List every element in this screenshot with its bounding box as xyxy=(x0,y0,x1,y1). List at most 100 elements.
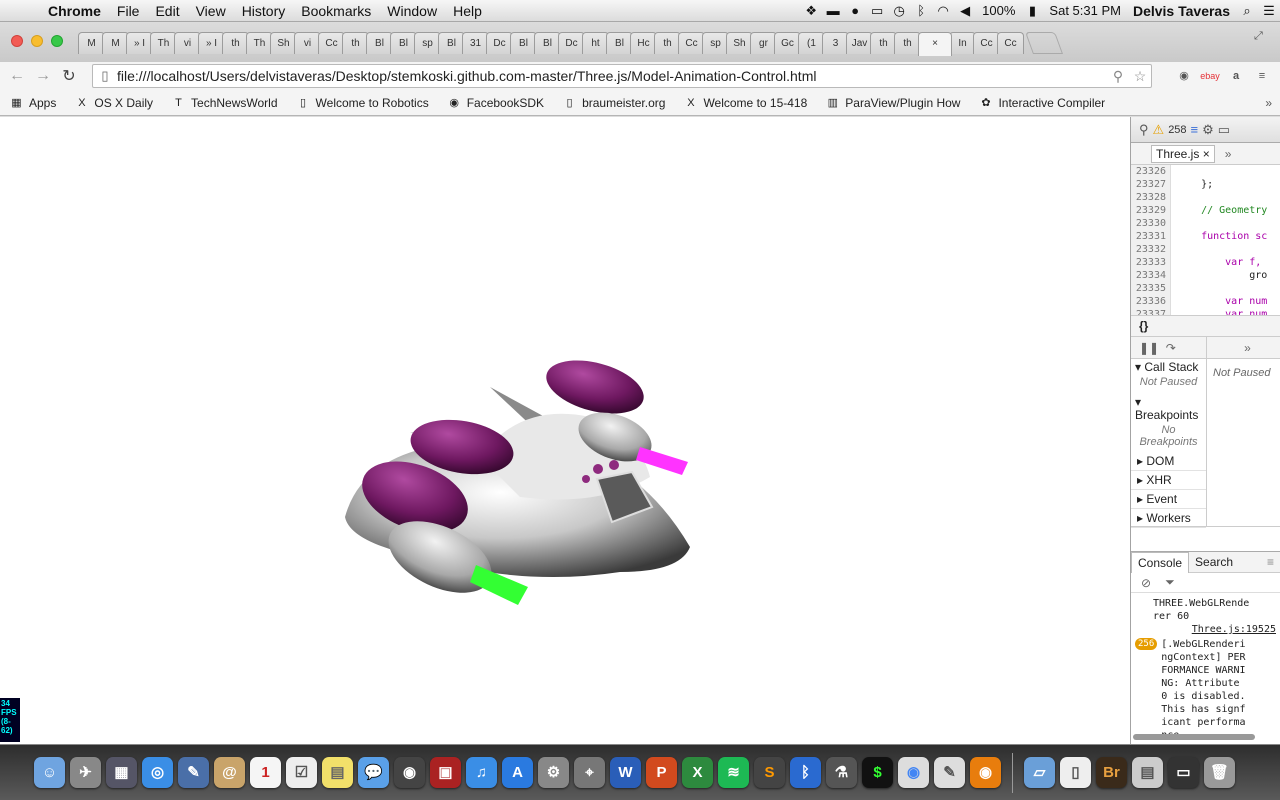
notification-center-icon[interactable]: ☰ xyxy=(1258,3,1280,19)
script-editor-icon[interactable]: ✎ xyxy=(934,757,965,788)
dropbox-icon[interactable]: ❖ xyxy=(800,3,822,19)
tab[interactable]: th xyxy=(654,32,681,54)
calendar-icon[interactable]: 1 xyxy=(250,757,281,788)
time-machine-icon[interactable]: ◷ xyxy=(888,3,910,19)
menu-help[interactable]: Help xyxy=(445,0,490,22)
section-xhr[interactable]: ▸ XHR xyxy=(1131,471,1206,490)
amazon-extension-icon[interactable]: a xyxy=(1226,66,1246,86)
powerpoint-icon[interactable]: P xyxy=(646,757,677,788)
dock-icon[interactable]: ▭ xyxy=(1218,122,1230,138)
bookmark-item[interactable]: ◉ FacebookSDK xyxy=(438,96,553,110)
applications-folder-icon[interactable]: ▱ xyxy=(1024,757,1055,788)
window-stack-icon[interactable]: ▭ xyxy=(1168,757,1199,788)
warning-icon[interactable]: ⚠ xyxy=(1153,122,1165,138)
tab[interactable]: th xyxy=(894,32,921,54)
webgl-canvas[interactable] xyxy=(0,117,1130,744)
facetime-icon[interactable]: ◉ xyxy=(394,757,425,788)
section-dom[interactable]: ▸ DOM xyxy=(1131,452,1206,471)
settings-gear-icon[interactable]: ⚙ xyxy=(1202,122,1214,138)
network-utility-icon[interactable]: ⌖ xyxy=(574,757,605,788)
pause-button[interactable]: ❚❚ ↷ xyxy=(1131,337,1206,359)
stickies-icon[interactable]: ▤ xyxy=(322,757,353,788)
terminal-icon[interactable]: $ xyxy=(862,757,893,788)
tab[interactable]: Dc xyxy=(486,32,513,54)
bookmark-item[interactable]: T TechNewsWorld xyxy=(162,96,286,110)
tab[interactable]: vi xyxy=(174,32,201,54)
tab[interactable]: vi xyxy=(294,32,321,54)
tab-search[interactable]: Search xyxy=(1189,552,1239,572)
chrome-menu-icon[interactable]: ≡ xyxy=(1252,66,1272,86)
tab[interactable]: ht xyxy=(582,32,609,54)
line-number[interactable]: 23335 xyxy=(1131,282,1170,295)
app-store-icon[interactable]: A xyxy=(502,757,533,788)
line-number[interactable]: 23330 xyxy=(1131,217,1170,230)
line-number[interactable]: 23331 xyxy=(1131,230,1170,243)
bookmark-item[interactable]: ▯ Welcome to Robotics xyxy=(287,96,438,110)
hat-icon[interactable]: ● xyxy=(844,3,866,18)
photo-booth-icon[interactable]: ▣ xyxy=(430,757,461,788)
tab[interactable]: M xyxy=(78,32,105,54)
spotlight-icon[interactable]: ⌕ xyxy=(1236,3,1258,19)
line-number[interactable]: 23333 xyxy=(1131,256,1170,269)
zoom-search-icon[interactable]: ⚲ xyxy=(1107,68,1129,85)
bookmarks-overflow-icon[interactable]: » xyxy=(1265,96,1280,110)
clock[interactable]: Sat 5:31 PM xyxy=(1043,0,1127,22)
tab[interactable]: Th xyxy=(150,32,177,54)
log-source-link[interactable]: Three.js:19525 xyxy=(1135,623,1276,636)
filter-icon[interactable]: ⏷ xyxy=(1165,575,1175,590)
airplay-icon[interactable]: ▭ xyxy=(866,3,888,19)
tab[interactable]: Bl xyxy=(366,32,393,54)
tab[interactable]: (1 xyxy=(798,32,825,54)
menu-edit[interactable]: Edit xyxy=(147,0,187,22)
clear-console-icon[interactable]: ⊘ xyxy=(1141,576,1151,590)
status-bar-icon[interactable]: ▬ xyxy=(822,3,844,18)
tab[interactable]: 3 xyxy=(822,32,849,54)
menu-app-name[interactable]: Chrome xyxy=(40,0,109,22)
menu-file[interactable]: File xyxy=(109,0,148,22)
close-icon[interactable]: × xyxy=(1203,147,1210,161)
tab[interactable]: Bl xyxy=(510,32,537,54)
bookmark-item[interactable]: ▦ Apps xyxy=(0,96,65,110)
more-debug-icon[interactable]: » xyxy=(1207,337,1280,359)
tab-console[interactable]: Console xyxy=(1131,551,1190,573)
new-tab-button[interactable] xyxy=(1024,32,1064,54)
document-icon[interactable]: ▯ xyxy=(1060,757,1091,788)
itunes-icon[interactable]: ♫ xyxy=(466,757,497,788)
back-button[interactable]: ← xyxy=(4,67,30,85)
tab[interactable]: sp xyxy=(414,32,441,54)
tab[interactable]: th xyxy=(222,32,249,54)
file-tab-threejs[interactable]: Three.js × xyxy=(1151,144,1215,163)
bookmark-item[interactable]: ✿ Interactive Compiler xyxy=(969,96,1114,110)
warning-count[interactable]: 258 xyxy=(1168,124,1186,136)
bridge-icon[interactable]: Br xyxy=(1096,757,1127,788)
tab[interactable]: » I xyxy=(198,32,225,54)
tab[interactable]: Dc xyxy=(558,32,585,54)
console-output[interactable]: THREE.WebGLRenderer 60 Three.js:19525 25… xyxy=(1131,593,1280,742)
tab[interactable]: Bl xyxy=(534,32,561,54)
section-workers[interactable]: ▸ Workers xyxy=(1131,509,1206,528)
menu-window[interactable]: Window xyxy=(379,0,445,22)
ebay-extension-icon[interactable]: ebay xyxy=(1200,66,1220,86)
menu-view[interactable]: View xyxy=(188,0,234,22)
bookmark-item[interactable]: ▯ braumeister.org xyxy=(553,96,674,110)
more-tabs-icon[interactable]: » xyxy=(1225,147,1232,161)
bookmark-item[interactable]: X OS X Daily xyxy=(65,96,162,110)
reload-button[interactable]: ↻ xyxy=(56,66,82,86)
bluetooth-icon[interactable]: ᛒ xyxy=(910,3,932,18)
tab[interactable]: Bl xyxy=(438,32,465,54)
chrome-icon[interactable]: ◉ xyxy=(898,757,929,788)
tab[interactable]: 31 xyxy=(462,32,489,54)
instruments-icon[interactable]: ⚗ xyxy=(826,757,857,788)
tab[interactable]: Gc xyxy=(774,32,801,54)
blender-icon[interactable]: ◉ xyxy=(970,757,1001,788)
line-number[interactable]: 23334 xyxy=(1131,269,1170,282)
line-number[interactable]: 23327 xyxy=(1131,178,1170,191)
window-close-button[interactable] xyxy=(11,35,23,47)
tab[interactable]: Cc xyxy=(973,32,1000,54)
section-event[interactable]: ▸ Event xyxy=(1131,490,1206,509)
tab[interactable]: Cc xyxy=(997,32,1024,54)
tab[interactable]: Bl xyxy=(390,32,417,54)
breakpoints-header[interactable]: ▾ Breakpoints xyxy=(1131,394,1206,424)
line-number[interactable]: 23337 xyxy=(1131,308,1170,315)
excel-icon[interactable]: X xyxy=(682,757,713,788)
